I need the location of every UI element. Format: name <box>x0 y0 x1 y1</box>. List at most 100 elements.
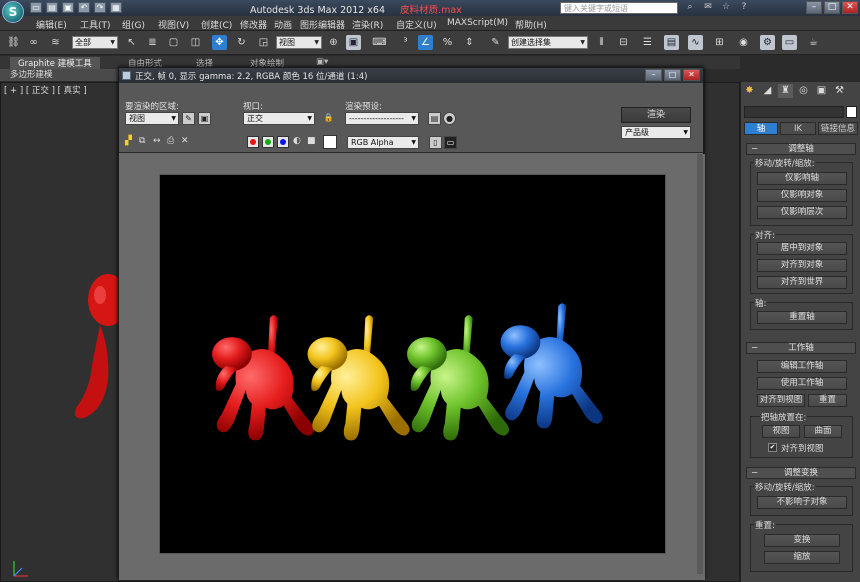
affect-hierarchy-only-button[interactable]: 仅影响层次 <box>757 206 847 219</box>
render-button[interactable]: 渲染 <box>621 107 691 123</box>
menu-customize[interactable]: 自定义(U) <box>396 18 437 31</box>
print-image-icon[interactable]: ⎙ <box>167 136 174 146</box>
copy-image-icon[interactable]: ⧉ <box>139 136 145 146</box>
render-setup-icon[interactable]: ⚙ <box>760 35 775 50</box>
menu-views[interactable]: 视图(V) <box>158 18 189 31</box>
menu-animation[interactable]: 动画 <box>274 18 292 31</box>
place-pivot-view-button[interactable]: 视图 <box>762 425 800 438</box>
search-input[interactable]: 键入关键字或短语 <box>560 2 678 14</box>
render-frame-window-icon[interactable]: ▭ <box>782 35 797 50</box>
monochrome-icon[interactable]: ■ <box>307 136 316 146</box>
viewport-dropdown[interactable]: 正交 <box>243 112 315 125</box>
menu-help[interactable]: 帮助(H) <box>515 18 547 31</box>
ribbon-sub-label[interactable]: 多边形建模 <box>0 69 118 81</box>
menu-group[interactable]: 组(G) <box>122 18 145 31</box>
render-minimize-button[interactable]: – <box>645 69 662 81</box>
clear-image-icon[interactable]: ✕ <box>181 136 189 146</box>
menu-maxscript[interactable]: MAXScript(M) <box>447 18 508 28</box>
open-file-icon[interactable]: ▤ <box>46 2 58 13</box>
edit-region-icon[interactable]: ✎ <box>182 112 195 125</box>
window-crossing-icon[interactable]: ◫ <box>188 35 203 50</box>
percent-snap-icon[interactable]: % <box>440 35 455 50</box>
layer-manager-icon[interactable]: ☰ <box>640 35 655 50</box>
render-maximize-button[interactable]: □ <box>664 69 681 81</box>
modify-tab-icon[interactable]: ◢ <box>760 84 775 98</box>
schematic-view-icon[interactable]: ⊞ <box>712 35 727 50</box>
app-logo-icon[interactable]: S <box>2 1 24 23</box>
render-setup-icon-small[interactable]: ▤ <box>428 112 441 125</box>
close-button[interactable]: ✕ <box>842 1 858 14</box>
pivot-center-icon[interactable]: ⊕ <box>326 35 341 50</box>
clone-window-icon[interactable]: ↔ <box>153 136 161 146</box>
material-editor-icon[interactable]: ◉ <box>736 35 751 50</box>
create-tab-icon[interactable]: ✸ <box>742 84 757 98</box>
alpha-channel-icon[interactable]: ◐ <box>293 136 301 146</box>
display-channel-dropdown[interactable]: RGB Alpha <box>347 136 419 149</box>
rotate-icon[interactable]: ↻ <box>234 35 249 50</box>
utilities-tab-icon[interactable]: ⚒ <box>832 84 847 98</box>
align-icon[interactable]: ⊟ <box>616 35 631 50</box>
hierarchy-tab-icon[interactable]: ♜ <box>778 84 793 98</box>
reset-scale-button[interactable]: 缩放 <box>764 551 840 564</box>
green-channel-toggle[interactable] <box>262 136 274 148</box>
tab-link-info[interactable]: 链接信息 <box>818 122 858 135</box>
auto-region-icon[interactable]: ▣ <box>198 112 211 125</box>
maximize-button[interactable]: □ <box>824 1 840 14</box>
link-icon[interactable]: ⛓ <box>6 35 21 50</box>
menu-tools[interactable]: 工具(T) <box>80 18 111 31</box>
snap-3d-icon[interactable]: ³ <box>398 35 413 50</box>
binoculars-icon[interactable]: ⌕ <box>684 2 696 13</box>
mirror-icon[interactable]: ⫴ <box>594 35 609 50</box>
menu-modifiers[interactable]: 修改器 <box>240 18 267 31</box>
render-preset-dropdown[interactable]: ------------------- <box>345 112 419 125</box>
viewport-label[interactable]: [ + ] [ 正交 ] [ 真实 ] <box>4 84 87 96</box>
edit-named-selection-icon[interactable]: ✎ <box>488 35 503 50</box>
dont-affect-children-button[interactable]: 不影响子对象 <box>757 496 847 509</box>
save-file-icon[interactable]: ▣ <box>62 2 74 13</box>
reference-coord-dropdown[interactable]: 视图 <box>276 36 322 49</box>
center-to-object-button[interactable]: 居中到对象 <box>757 242 847 255</box>
color-swatch[interactable] <box>323 135 337 149</box>
use-working-pivot-button[interactable]: 使用工作轴 <box>757 377 847 390</box>
display-tab-icon[interactable]: ▣ <box>814 84 829 98</box>
align-to-object-button[interactable]: 对齐到对象 <box>757 259 847 272</box>
select-manipulate-icon[interactable]: ▣ <box>346 35 361 50</box>
tab-ik[interactable]: IK <box>780 122 816 135</box>
object-color-swatch[interactable] <box>846 106 857 118</box>
working-pivot-rollout-header[interactable]: 工作轴 <box>746 342 856 354</box>
affect-pivot-only-button[interactable]: 仅影响轴 <box>757 172 847 185</box>
render-window-scrollbar[interactable] <box>697 154 703 574</box>
star-icon[interactable]: ☆ <box>720 2 732 13</box>
communication-icon[interactable]: ✉ <box>702 2 714 13</box>
unlink-icon[interactable]: ∞ <box>26 35 41 50</box>
scale-icon[interactable]: ◲ <box>256 35 271 50</box>
align-to-world-button[interactable]: 对齐到世界 <box>757 276 847 289</box>
keyboard-shortcut-icon[interactable]: ⌨ <box>372 35 387 50</box>
help-icon[interactable]: ? <box>738 2 750 13</box>
motion-tab-icon[interactable]: ◎ <box>796 84 811 98</box>
reset-transform-button[interactable]: 变换 <box>764 534 840 547</box>
align-to-view-checkbox[interactable]: ✔ <box>768 443 777 452</box>
menu-graph-editors[interactable]: 图形编辑器 <box>300 18 345 31</box>
teapot-icon[interactable]: ☕ <box>806 35 821 50</box>
toggle-ui-overlay-icon[interactable]: ▯ <box>429 136 442 149</box>
redo-icon[interactable]: ↷ <box>94 2 106 13</box>
adjust-pivot-rollout-header[interactable]: 调整轴 <box>746 143 856 155</box>
bind-spacewarp-icon[interactable]: ≋ <box>48 35 63 50</box>
new-file-icon[interactable]: ▭ <box>30 2 42 13</box>
affect-object-only-button[interactable]: 仅影响对象 <box>757 189 847 202</box>
align-to-view-button[interactable]: 对齐到视图 <box>757 394 805 407</box>
project-folder-icon[interactable]: ▦ <box>110 2 122 13</box>
menu-edit[interactable]: 编辑(E) <box>36 18 67 31</box>
select-object-icon[interactable]: ↖ <box>124 35 139 50</box>
place-pivot-surface-button[interactable]: 曲面 <box>804 425 842 438</box>
selection-filter-dropdown[interactable]: 全部 <box>72 36 118 49</box>
render-close-button[interactable]: ✕ <box>683 69 700 81</box>
tab-pivot[interactable]: 轴 <box>744 122 778 135</box>
adjust-transform-rollout-header[interactable]: 调整变换 <box>746 467 856 479</box>
object-name-field[interactable] <box>744 106 844 118</box>
ribbon-tab-graphite[interactable]: Graphite 建模工具 <box>10 57 100 69</box>
select-by-name-icon[interactable]: ≣ <box>145 35 160 50</box>
move-icon[interactable]: ✥ <box>212 35 227 50</box>
blue-channel-toggle[interactable] <box>277 136 289 148</box>
